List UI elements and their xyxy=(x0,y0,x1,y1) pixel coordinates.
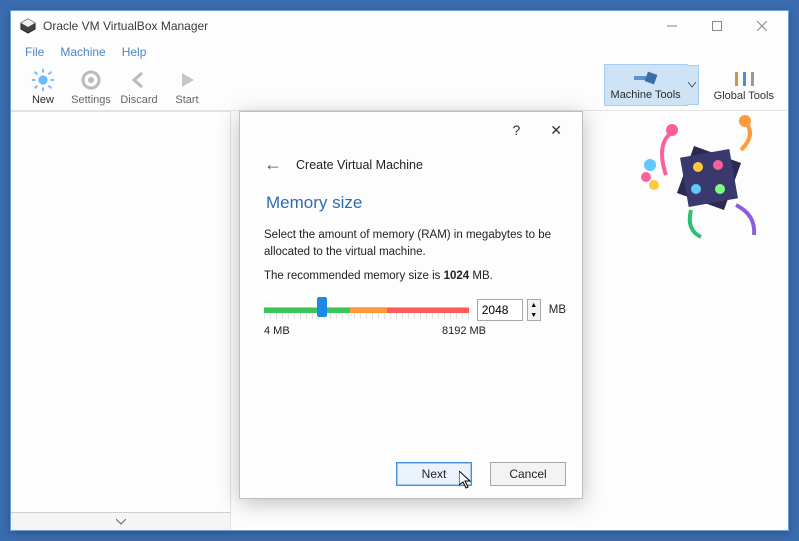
toolbar: New Settings Discard Start Machine Tools… xyxy=(11,63,788,111)
memory-input[interactable] xyxy=(477,299,523,321)
start-icon xyxy=(175,68,199,92)
discard-label: Discard xyxy=(120,94,157,106)
menu-file[interactable]: File xyxy=(19,43,50,61)
window-title: Oracle VM VirtualBox Manager xyxy=(43,19,649,33)
back-arrow-icon[interactable]: ← xyxy=(264,154,282,175)
machine-tools-button[interactable]: Machine Tools xyxy=(604,64,688,106)
global-tools-button[interactable]: Global Tools xyxy=(708,66,780,106)
slider-max-label: 8192 MB xyxy=(442,325,486,337)
menu-machine[interactable]: Machine xyxy=(54,43,111,61)
cancel-label: Cancel xyxy=(509,467,546,481)
chevron-down-icon[interactable] xyxy=(687,65,699,105)
section-title: Memory size xyxy=(266,193,566,213)
sun-icon xyxy=(31,68,55,92)
spin-up-icon[interactable]: ▲ xyxy=(528,300,540,310)
memory-spinbox[interactable]: ▲ ▼ xyxy=(477,299,541,321)
dialog-help-button[interactable]: ? xyxy=(512,122,520,142)
discard-button[interactable]: Discard xyxy=(115,68,163,106)
slider-thumb[interactable] xyxy=(317,297,327,317)
memory-slider[interactable] xyxy=(264,301,469,319)
cancel-button[interactable]: Cancel xyxy=(490,462,566,486)
start-button[interactable]: Start xyxy=(163,68,211,106)
menu-help[interactable]: Help xyxy=(116,43,153,61)
minimize-button[interactable] xyxy=(649,11,694,41)
dialog-close-button[interactable]: ✕ xyxy=(550,122,562,142)
memory-instructions: Select the amount of memory (RAM) in meg… xyxy=(264,227,566,260)
discard-icon xyxy=(127,68,151,92)
reco-post: MB. xyxy=(469,270,493,282)
dialog-title: Create Virtual Machine xyxy=(296,158,423,172)
memory-unit: MB xyxy=(549,304,566,316)
start-label: Start xyxy=(175,94,198,106)
next-label: Next xyxy=(422,467,447,481)
vm-list-sidebar[interactable] xyxy=(11,111,231,530)
global-tools-label: Global Tools xyxy=(714,90,774,102)
welcome-illustration xyxy=(636,115,776,245)
settings-label: Settings xyxy=(71,94,111,106)
menubar: File Machine Help xyxy=(11,41,788,63)
memory-recommendation: The recommended memory size is 1024 MB. xyxy=(264,268,566,285)
slider-min-label: 4 MB xyxy=(264,325,290,337)
chevron-down-icon xyxy=(116,519,126,525)
titlebar: Oracle VM VirtualBox Manager xyxy=(11,11,788,41)
spin-down-icon[interactable]: ▼ xyxy=(528,310,540,320)
main-window: Oracle VM VirtualBox Manager File Machin… xyxy=(10,10,789,531)
close-button[interactable] xyxy=(739,11,784,41)
create-vm-dialog: ? ✕ ← Create Virtual Machine Memory size… xyxy=(239,111,583,499)
maximize-button[interactable] xyxy=(694,11,739,41)
new-button[interactable]: New xyxy=(19,68,67,106)
reco-pre: The recommended memory size is xyxy=(264,270,444,282)
reco-value: 1024 xyxy=(444,270,470,282)
gear-icon xyxy=(79,68,103,92)
app-icon xyxy=(19,17,37,35)
tools-icon xyxy=(731,70,757,90)
hammer-icon xyxy=(632,69,660,89)
new-label: New xyxy=(32,94,54,106)
sidebar-scroll-down[interactable] xyxy=(11,512,230,530)
settings-button[interactable]: Settings xyxy=(67,68,115,106)
next-button[interactable]: Next xyxy=(396,462,472,486)
machine-tools-label: Machine Tools xyxy=(611,89,681,101)
